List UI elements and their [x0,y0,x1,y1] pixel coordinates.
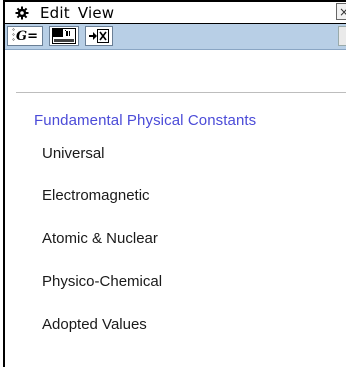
page-title: Fundamental Physical Constants [34,112,257,129]
arrow-x-icon [89,29,109,43]
menu-view[interactable]: View [78,4,114,22]
hydrogen-element-icon [52,28,76,44]
list-item-physico-chemical[interactable]: Physico-Chemical [42,273,162,290]
list-item-adopted-values[interactable]: Adopted Values [42,316,147,333]
menu-bar: Edit View × [5,2,346,24]
list-item-electromagnetic[interactable]: Electromagnetic [42,187,150,204]
close-button[interactable]: × [336,3,346,20]
insert-x-button[interactable] [85,26,113,46]
hydrogen-button[interactable] [49,26,79,46]
menu-edit[interactable]: Edit [40,4,70,22]
window-left-border [3,0,5,367]
list-item-atomic-nuclear[interactable]: Atomic & Nuclear [42,230,158,247]
toolbar-scroll-button[interactable] [338,26,346,46]
gear-icon[interactable] [12,3,32,23]
app-window: Edit View × ° ° ° G= Fundamental Physica… [0,0,346,367]
tiny-dots-icon: ° ° ° [12,27,15,45]
content-divider [16,92,346,93]
g-button-label: G= [16,28,38,44]
g-constant-button[interactable]: ° ° ° G= [7,26,43,46]
toolbar: ° ° ° G= [5,24,346,50]
list-item-universal[interactable]: Universal [42,145,105,162]
